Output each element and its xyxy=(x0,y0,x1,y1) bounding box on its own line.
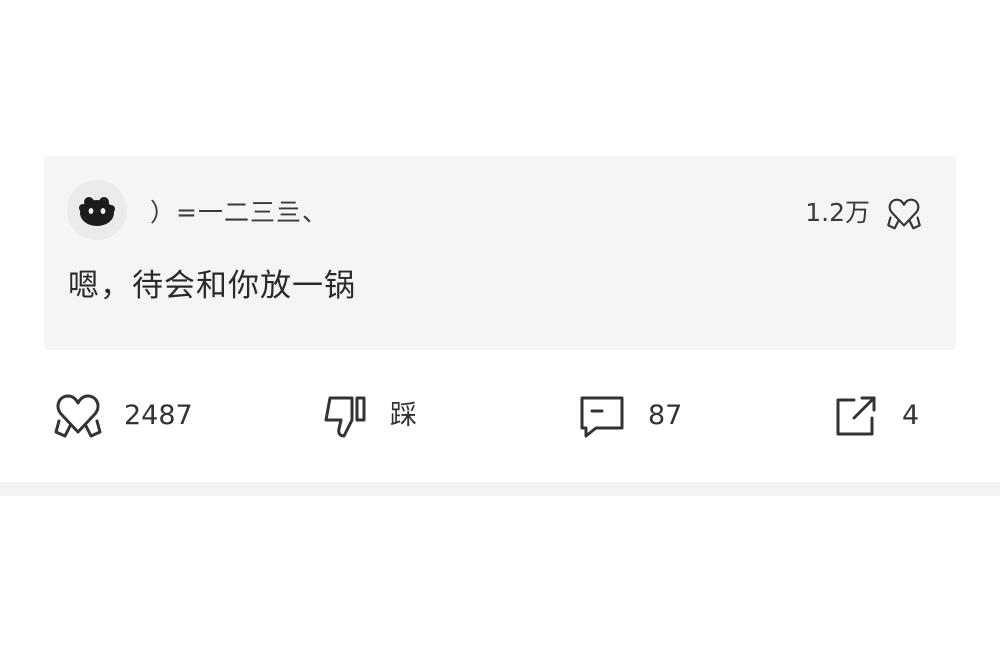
heart-hands-icon[interactable] xyxy=(884,194,924,234)
username[interactable]: ）=一二三亖、 xyxy=(150,196,328,230)
dislike-label: 踩 xyxy=(390,400,417,431)
heart-hands-icon xyxy=(54,394,102,438)
share-button[interactable]: 4 xyxy=(828,380,919,452)
share-count: 4 xyxy=(902,400,920,431)
comment-button[interactable]: 87 xyxy=(574,380,682,452)
comment-card: ）=一二三亖、 1.2万 嗯，待会和你放一锅 xyxy=(44,156,956,350)
like-count: 2487 xyxy=(124,400,193,431)
like-button[interactable]: 2487 xyxy=(50,380,193,452)
comment-text: 嗯，待会和你放一锅 xyxy=(68,268,356,304)
share-arrow-icon xyxy=(836,396,876,436)
speech-bubble-icon xyxy=(580,396,624,438)
section-divider xyxy=(0,482,1000,496)
thumbs-down-icon xyxy=(324,396,366,438)
action-bar: 2487 踩 87 4 xyxy=(0,380,1000,452)
comment-count: 87 xyxy=(648,400,683,431)
comment-like-count: 1.2万 xyxy=(805,198,870,227)
avatar-icon xyxy=(67,180,127,240)
avatar[interactable] xyxy=(67,180,127,240)
dislike-button[interactable]: 踩 xyxy=(316,380,417,452)
